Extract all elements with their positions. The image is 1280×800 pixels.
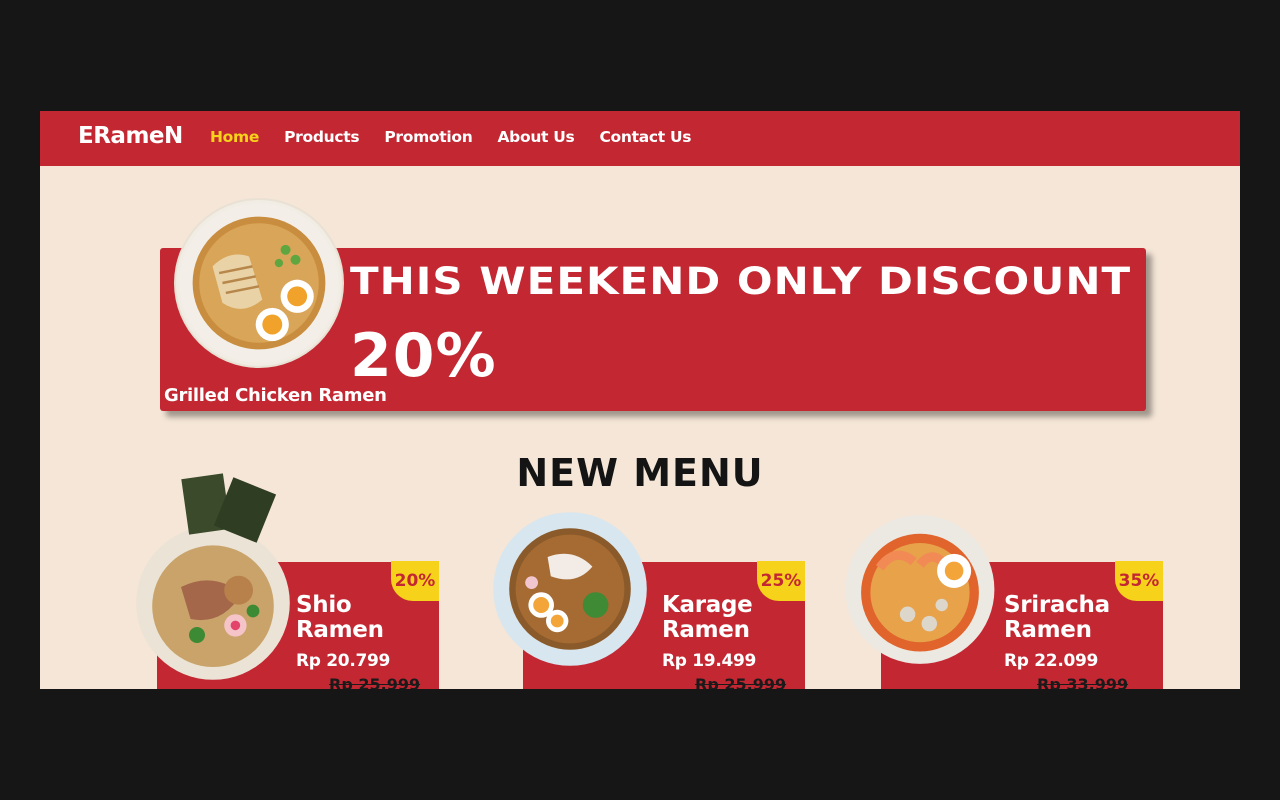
promo-discount-value: 20%: [350, 321, 497, 391]
promo-headline: This weekend only discount: [350, 259, 1132, 304]
menu-item-price: Rp 20.799: [296, 651, 391, 671]
menu-item-old-price: Rp 25.999: [329, 675, 421, 689]
menu-item-old-price: Rp 25.999: [695, 675, 787, 689]
ramen-bowl-icon: [136, 526, 290, 680]
menu-item-name-line1: Sriracha: [1004, 592, 1110, 618]
nav-promotion-link[interactable]: Promotion: [384, 128, 472, 146]
website-viewport: ERameN Home Products Promotion About Us …: [40, 111, 1240, 689]
ramen-bowl-icon: [493, 512, 647, 666]
menu-item-name-line2: Ramen: [296, 617, 384, 643]
ramen-bowl-icon: [845, 515, 995, 664]
menu-item-name: Karage Ramen: [662, 593, 812, 643]
nori-seaweed-icon: [181, 473, 277, 543]
menu-item-name-line2: Ramen: [1004, 617, 1092, 643]
nav-about-us-link[interactable]: About Us: [497, 128, 574, 146]
menu-item-name: Shio Ramen: [296, 593, 446, 643]
grilled-chicken-ramen-image: [176, 200, 342, 366]
promo-product-caption: Grilled Chicken Ramen: [164, 385, 387, 406]
menu-item-old-price: Rp 33.999: [1037, 675, 1129, 689]
sriracha-ramen-image[interactable]: [840, 512, 1000, 667]
menu-item-name-line2: Ramen: [662, 617, 750, 643]
karage-ramen-image[interactable]: [484, 509, 656, 669]
nav-links: Home Products Promotion About Us Contact…: [210, 128, 692, 146]
menu-item-name-line1: Karage: [662, 592, 753, 618]
nav-contact-us-link[interactable]: Contact Us: [599, 128, 691, 146]
menu-item-name-line1: Shio: [296, 592, 352, 618]
top-navbar: ERameN Home Products Promotion About Us …: [40, 111, 1240, 166]
menu-item-name: Sriracha Ramen: [1004, 593, 1154, 643]
menu-item-price: Rp 19.499: [662, 651, 757, 671]
shio-ramen-image[interactable]: [133, 523, 293, 683]
nav-home-link[interactable]: Home: [210, 128, 259, 146]
brand-logo[interactable]: ERameN: [78, 123, 183, 149]
nav-products-link[interactable]: Products: [284, 128, 360, 146]
ramen-bowl-icon: [179, 203, 339, 363]
menu-item-price: Rp 22.099: [1004, 651, 1099, 671]
